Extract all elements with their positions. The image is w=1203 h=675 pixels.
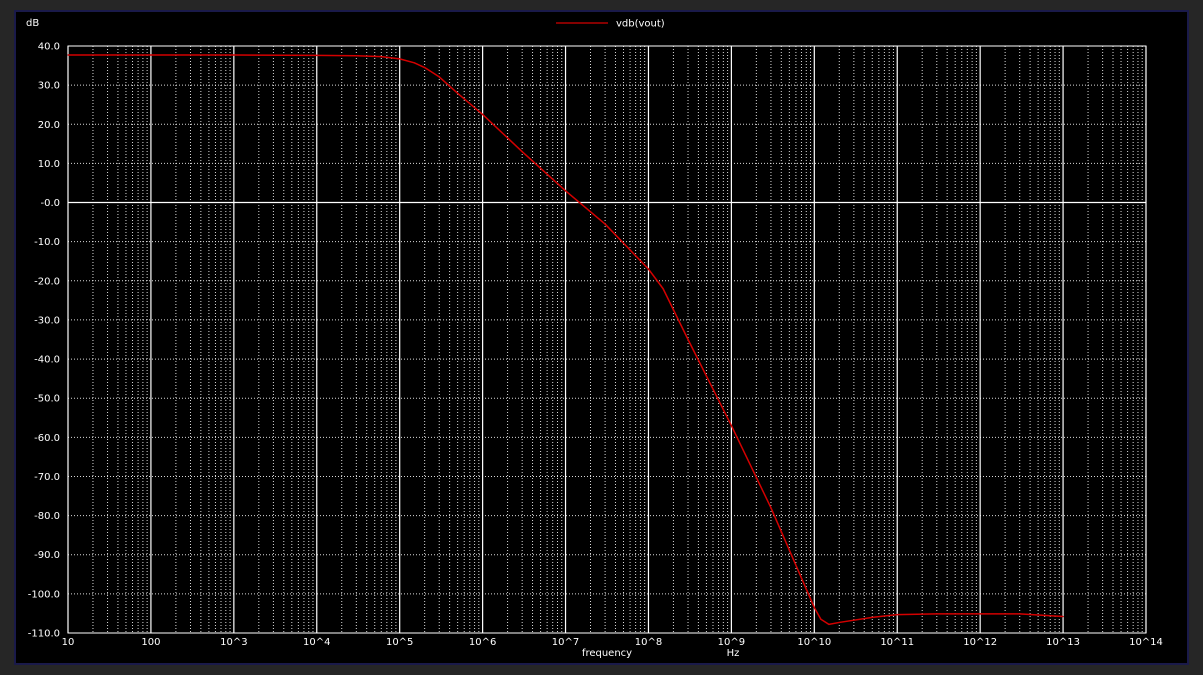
x-axis-unit: Hz: [727, 648, 740, 659]
y-tick-label: -20.0: [34, 276, 60, 287]
data-point: [687, 338, 689, 341]
data-point: [662, 288, 664, 290]
data-point: [233, 54, 235, 56]
bode-magnitude-chart: 40.0 30.0 20.0 10.0 -0.0 -10.0 -20.0 -30.0 -40.0…: [26, 18, 1163, 659]
y-tick-label: 10.0: [38, 159, 60, 170]
data-point: [828, 623, 830, 625]
y-tick-label: -60.0: [34, 433, 60, 444]
y-tick-label: -80.0: [34, 511, 60, 522]
y-tick-label: -70.0: [34, 472, 60, 483]
x-tick-label: 10^8: [635, 637, 662, 648]
data-point: [413, 62, 415, 64]
y-tick-label: -110.0: [28, 629, 60, 640]
y-tick-label: -30.0: [34, 315, 60, 326]
plot-window: 40.0 30.0 20.0 10.0 -0.0 -10.0 -20.0 -30.0 -40.0…: [14, 10, 1189, 665]
x-tick-label: 10^10: [797, 637, 831, 648]
data-point: [380, 55, 382, 58]
data-point: [1062, 615, 1064, 618]
app-frame: 40.0 30.0 20.0 10.0 -0.0 -10.0 -20.0 -30.0 -40.0…: [0, 0, 1203, 675]
x-tick-label: 10: [62, 637, 75, 648]
y-tick-label: -90.0: [34, 550, 60, 561]
data-point: [730, 424, 732, 427]
data-point: [150, 54, 152, 56]
data-point: [355, 55, 357, 57]
data-point: [316, 54, 318, 56]
y-axis-label: dB: [26, 18, 39, 29]
data-point: [67, 54, 69, 56]
data-point: [564, 190, 567, 192]
y-tick-label: 20.0: [38, 120, 60, 131]
data-point: [482, 113, 484, 116]
data-point: [871, 616, 873, 618]
x-tick-label: 10^11: [880, 637, 914, 648]
data-point: [770, 507, 772, 509]
data-point: [838, 621, 840, 624]
data-point: [896, 614, 898, 616]
data-point: [604, 223, 606, 225]
x-tick-label: 100: [141, 637, 160, 648]
y-tick-label: 30.0: [38, 81, 60, 92]
y-tick-label: -40.0: [34, 355, 60, 366]
y-tick-label: -50.0: [34, 394, 60, 405]
y-tick-label: -100.0: [28, 589, 60, 600]
data-point: [424, 66, 426, 69]
x-tick-label: 10^13: [1046, 637, 1080, 648]
data-point: [813, 606, 815, 609]
data-point: [1019, 613, 1021, 615]
x-tick-label: 10^14: [1129, 637, 1163, 648]
x-tick-label: 10^5: [386, 637, 413, 648]
x-tick-label: 10^12: [963, 637, 997, 648]
data-point: [647, 268, 650, 270]
y-tick-label: -0.0: [40, 198, 60, 209]
data-point: [521, 151, 523, 153]
x-tick-label: 10^3: [220, 637, 247, 648]
x-tick-label: 10^6: [469, 637, 496, 648]
data-point: [457, 92, 459, 94]
y-tick-label: -10.0: [34, 237, 60, 248]
data-point: [399, 58, 401, 60]
data-point: [820, 618, 822, 620]
x-tick-label: 10^7: [552, 637, 579, 648]
data-point: [979, 613, 981, 615]
data-point: [438, 76, 440, 78]
x-axis-label: frequency: [582, 648, 632, 659]
x-tick-label: 10^4: [303, 637, 330, 648]
y-tick-label: 40.0: [38, 42, 60, 53]
x-tick-label: 10^9: [718, 637, 745, 648]
legend-label: vdb(vout): [616, 19, 665, 30]
data-point: [936, 613, 938, 615]
